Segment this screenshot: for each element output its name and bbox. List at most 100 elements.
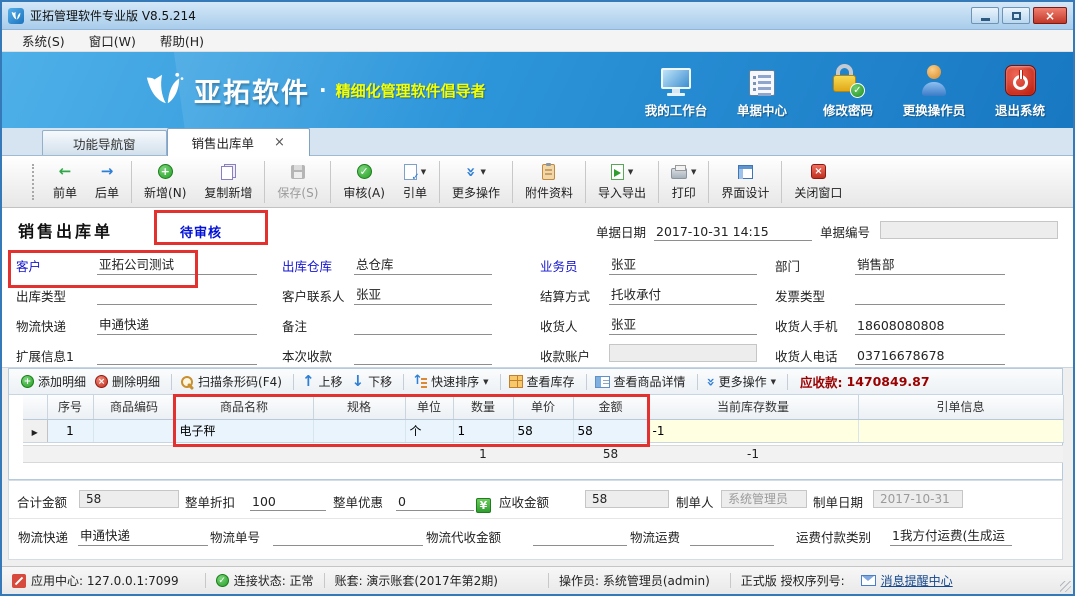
workstation-icon [661, 62, 691, 96]
tab-close-icon[interactable]: × [274, 136, 285, 149]
cell-product-name[interactable]: 电子秤 [175, 419, 313, 442]
col-price[interactable]: 单价 [513, 395, 573, 419]
scan-barcode-icon [180, 375, 194, 389]
col-ref-info[interactable]: 引单信息 [858, 395, 1063, 419]
more-actions-button[interactable]: »▼更多操作 [443, 159, 509, 205]
col-product-code[interactable]: 商品编码 [93, 395, 175, 419]
minimize-button[interactable] [971, 7, 999, 24]
logistics-field[interactable]: 申通快递 [97, 314, 257, 335]
prev-doc-icon: ← [59, 164, 72, 179]
menu-window[interactable]: 窗口(W) [77, 29, 148, 52]
cell-unit[interactable]: 个 [405, 419, 453, 442]
col-unit[interactable]: 单位 [405, 395, 453, 419]
current-receipt-field[interactable] [354, 344, 492, 365]
outbound-type-field[interactable] [97, 284, 257, 305]
salesman-field[interactable]: 张亚 [609, 254, 757, 275]
grid-more-actions-icon: » [703, 377, 717, 386]
exit-system-button[interactable]: 退出系统 [977, 62, 1063, 119]
tracking-no-field[interactable] [273, 525, 423, 546]
statusbar-separator [205, 573, 206, 588]
ref-doc-icon [404, 164, 417, 180]
switch-operator-button[interactable]: 更换操作员 [891, 62, 977, 119]
resize-grip-icon[interactable] [1060, 581, 1071, 592]
cell-spec[interactable] [313, 419, 405, 442]
cell-qty[interactable]: 1 [453, 419, 513, 442]
ext-info1-field[interactable] [97, 344, 257, 365]
audit-icon: ✓ [357, 164, 372, 179]
col-spec[interactable]: 规格 [313, 395, 405, 419]
move-down-button[interactable]: ↓下移 [352, 373, 393, 390]
consignee-phone-field[interactable]: 03716678678 [855, 344, 1005, 365]
next-doc-icon: → [101, 164, 114, 179]
add-detail-button[interactable]: +添加明细 [21, 373, 86, 390]
toolbar-grip[interactable] [32, 164, 34, 200]
col-seq[interactable]: 序号 [47, 395, 93, 419]
copy-new-button[interactable]: 复制新增 [195, 159, 261, 205]
switch-operator-icon [921, 62, 947, 96]
menu-system[interactable]: 系统(S) [10, 29, 77, 52]
audit-button[interactable]: ✓审核(A) [334, 159, 394, 205]
customer-field[interactable]: 亚拓公司测试 [97, 254, 257, 275]
brand-banner: 亚拓软件 · 精细化管理软件倡导者 我的工作台 单据中心 ✓ 修改密码 更换操作… [2, 52, 1073, 128]
col-amount[interactable]: 金额 [573, 395, 648, 419]
next-doc-button[interactable]: →后单 [86, 159, 128, 205]
add-new-button[interactable]: +新增(N) [135, 159, 195, 205]
grid-more-actions-button[interactable]: »更多操作▼ [706, 373, 776, 390]
ref-doc-button[interactable]: ▼引单 [394, 159, 436, 205]
freight-field[interactable] [690, 525, 774, 546]
import-export-button[interactable]: ▼导入导出 [589, 159, 655, 205]
row-selector[interactable]: ▶ [23, 419, 47, 442]
my-workstation-button[interactable]: 我的工作台 [633, 62, 719, 119]
close-window-button[interactable]: ×关闭窗口 [785, 159, 851, 205]
attachment-button[interactable]: 附件资料 [516, 159, 582, 205]
tab-sales-outbound[interactable]: 销售出库单 × [167, 128, 310, 156]
freight-label: 物流运费 [630, 525, 680, 546]
col-qty[interactable]: 数量 [453, 395, 513, 419]
yen-icon[interactable]: ¥ [476, 492, 491, 513]
consignee-field[interactable]: 张亚 [609, 314, 757, 335]
remark-field[interactable] [354, 314, 492, 335]
preferential-field[interactable]: 0 [396, 490, 474, 511]
maximize-button[interactable] [1002, 7, 1030, 24]
detail-table: 序号 商品编码 商品名称 规格 单位 数量 单价 金额 当前库存数量 引单信息 … [23, 395, 1064, 443]
delete-detail-button[interactable]: ×删除明细 [95, 373, 160, 390]
ui-design-button[interactable]: 界面设计 [712, 159, 778, 205]
make-date-field: 2017-10-31 [873, 490, 963, 508]
consignee-mobile-field[interactable]: 18608080808 [855, 314, 1005, 335]
discount-field[interactable]: 100 [250, 490, 326, 511]
doc-date-field[interactable]: 2017-10-31 14:15 [654, 220, 812, 241]
prev-doc-button[interactable]: ←前单 [44, 159, 86, 205]
message-center-link[interactable]: 消息提醒中心 [861, 572, 953, 589]
menu-help[interactable]: 帮助(H) [148, 29, 216, 52]
warehouse-field[interactable]: 总仓库 [354, 254, 492, 275]
footer-logistics-field[interactable]: 申通快递 [78, 525, 208, 546]
scan-barcode-button[interactable]: 扫描条形码(F4) [180, 373, 282, 390]
quick-sort-button[interactable]: ↑快速排序▼ [412, 373, 488, 390]
app-logo-icon [8, 8, 24, 24]
view-stock-button[interactable]: 查看库存 [509, 373, 575, 390]
cell-amount[interactable]: 58 [573, 419, 648, 442]
col-current-stock[interactable]: 当前库存数量 [648, 395, 858, 419]
department-label: 部门 [775, 254, 855, 275]
close-button[interactable]: × [1033, 7, 1067, 24]
brand-logo-icon [142, 71, 184, 109]
col-product-name[interactable]: 商品名称 [175, 395, 313, 419]
cell-seq[interactable]: 1 [47, 419, 93, 442]
settlement-field[interactable]: 托收承付 [609, 284, 757, 305]
grid-toolbar-separator [697, 374, 698, 390]
cod-amount-field[interactable] [533, 525, 627, 546]
print-button[interactable]: ▼打印 [662, 159, 705, 205]
document-center-button[interactable]: 单据中心 [719, 62, 805, 119]
move-up-button[interactable]: ↑上移 [302, 373, 343, 390]
freight-type-field[interactable]: 1我方付运费(生成运 [890, 525, 1012, 546]
cell-price[interactable]: 58 [513, 419, 573, 442]
brand-name: 亚拓软件 [194, 71, 310, 110]
cell-product-code[interactable] [93, 419, 175, 442]
invoice-type-field[interactable] [855, 284, 1005, 305]
view-product-detail-button[interactable]: 查看商品详情 [595, 373, 686, 390]
customer-contact-field[interactable]: 张亚 [354, 284, 492, 305]
tab-function-nav[interactable]: 功能导航窗 [42, 130, 167, 155]
change-password-button[interactable]: ✓ 修改密码 [805, 62, 891, 119]
department-field[interactable]: 销售部 [855, 254, 1005, 275]
account-set-status: 账套: 演示账套(2017年第2期) [335, 572, 498, 589]
